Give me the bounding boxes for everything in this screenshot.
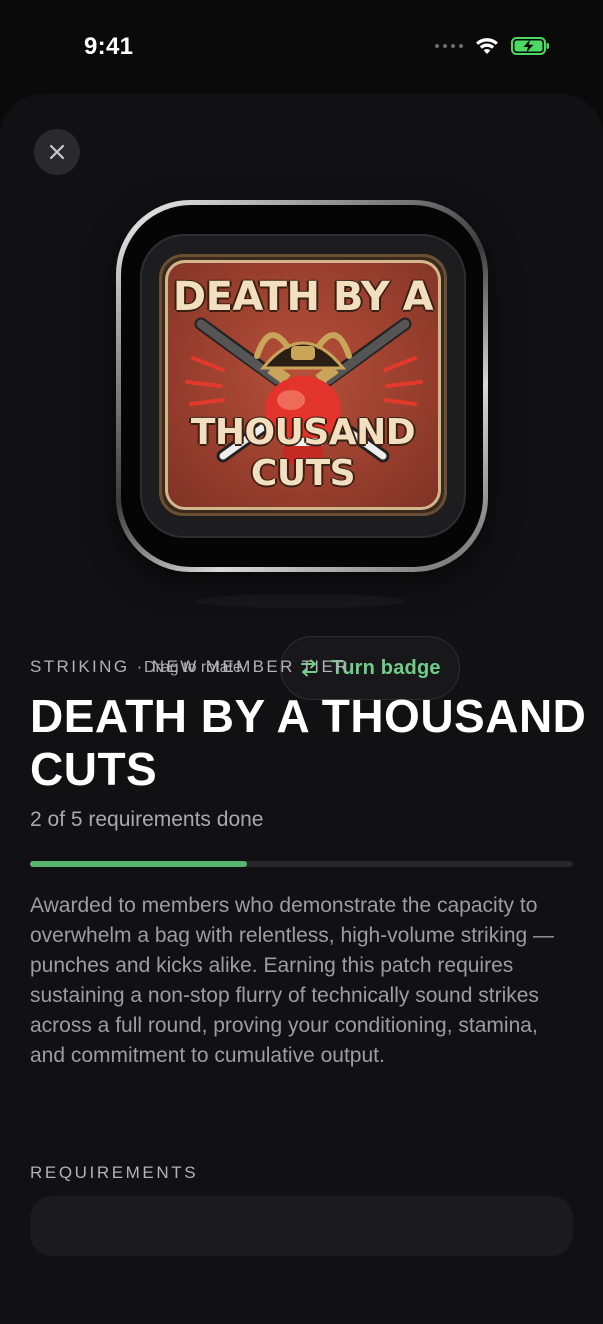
close-button[interactable] [34,129,80,175]
wifi-icon [476,38,498,54]
badge-title: DEATH BY A THOUSAND CUTS [30,690,587,795]
close-icon [49,144,65,160]
badge-category: STRIKING · NEW MEMBER TIER [30,657,350,676]
battery-charging-icon [511,37,549,55]
badge-description: Awarded to members who demonstrate the c… [30,894,555,1067]
status-time: 9:41 [84,33,134,60]
patch-text-top: DEATH BY A [172,274,434,320]
progress-bar-fill [30,861,248,867]
badge-floor-shadow [196,594,406,608]
progress-text: 2 of 5 requirements done [30,808,264,831]
badge-patch: DEATH BY A THOUSAND CUTS [159,254,447,516]
requirements-heading: REQUIREMENTS [30,1163,199,1182]
progress-bar [30,861,573,867]
patch-text-bottom: THOUSAND CUTS [190,412,416,494]
status-bar: 9:41 [0,0,603,95]
badge-3d-view[interactable]: DEATH BY A THOUSAND CUTS [116,200,488,572]
badge-detail-sheet: DEATH BY A THOUSAND CUTS Drag to rotate … [0,94,603,1324]
requirement-card[interactable] [30,1196,573,1256]
status-icons [435,36,551,56]
signal-dots-icon [435,44,463,48]
